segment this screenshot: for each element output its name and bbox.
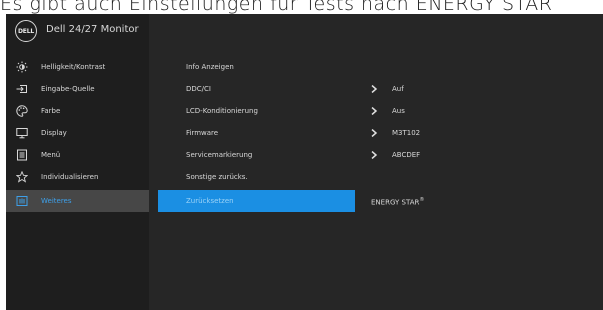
input-source-icon bbox=[15, 82, 29, 96]
sidebar-item-label: Eingabe-Quelle bbox=[41, 85, 95, 93]
menu-item-label: Zurücksetzen bbox=[186, 197, 234, 205]
sidebar-item-label: Display bbox=[41, 129, 67, 137]
chevron-right-icon bbox=[371, 129, 378, 137]
sidebar-item-personalize[interactable]: Individualisieren bbox=[6, 166, 149, 188]
menu-item-label: Servicemarkierung bbox=[186, 151, 253, 159]
sidebar-item-label: Weiteres bbox=[41, 197, 72, 205]
firmware-value: M3T102 bbox=[392, 129, 421, 137]
chevron-right-icon bbox=[371, 85, 378, 93]
energy-star-label: ENERGY STAR® bbox=[371, 197, 424, 206]
sidebar-item-label: Helligkeit/Kontrast bbox=[41, 63, 106, 71]
dell-logo: DELL bbox=[15, 20, 37, 42]
osd-header: DELL Dell 24/27 Monitor bbox=[6, 14, 603, 50]
menu-item-other-reset[interactable]: Sonstige zurücks. bbox=[158, 166, 355, 188]
sidebar-item-label: Farbe bbox=[41, 107, 61, 115]
energy-star-text: ENERGY STAR bbox=[371, 198, 420, 207]
menu-item-display-info[interactable]: Info Anzeigen bbox=[158, 56, 355, 78]
brightness-icon bbox=[15, 60, 29, 74]
menu-item-ddc-ci[interactable]: DDC/CI bbox=[158, 78, 355, 100]
sidebar-item-display[interactable]: Display bbox=[6, 122, 149, 144]
star-icon bbox=[15, 170, 29, 184]
caption-text: Es gibt auch Einstellungen für Tests nac… bbox=[0, 0, 553, 15]
osd-menu: DELL Dell 24/27 Monitor Helligkeit/Kontr… bbox=[6, 14, 603, 310]
menu-item-label: Sonstige zurücks. bbox=[186, 173, 248, 181]
color-palette-icon bbox=[15, 104, 29, 118]
registered-mark: ® bbox=[419, 197, 425, 203]
menu-item-label: Firmware bbox=[186, 129, 219, 137]
display-icon bbox=[15, 126, 29, 140]
menu-item-firmware[interactable]: Firmware bbox=[158, 122, 355, 144]
chevron-right-icon bbox=[371, 107, 378, 115]
sidebar-item-label: Menü bbox=[41, 151, 61, 159]
service-tag-value: ABCDEF bbox=[392, 151, 421, 159]
menu-item-service-tag[interactable]: Servicemarkierung bbox=[158, 144, 355, 166]
lcd-conditioning-value: Aus bbox=[392, 107, 405, 115]
sidebar-item-menu[interactable]: Menü bbox=[6, 144, 149, 166]
chevron-right-icon bbox=[371, 151, 378, 159]
menu-item-label: LCD-Konditionierung bbox=[186, 107, 258, 115]
sidebar-item-input-source[interactable]: Eingabe-Quelle bbox=[6, 78, 149, 100]
menu-item-label: DDC/CI bbox=[186, 85, 211, 93]
sidebar-item-label: Individualisieren bbox=[41, 173, 99, 181]
others-icon bbox=[15, 194, 29, 208]
sidebar-item-color[interactable]: Farbe bbox=[6, 100, 149, 122]
sidebar-item-others[interactable]: Weiteres bbox=[6, 190, 149, 212]
menu-icon bbox=[15, 148, 29, 162]
model-title: Dell 24/27 Monitor bbox=[46, 24, 139, 35]
menu-item-label: Info Anzeigen bbox=[186, 63, 234, 71]
menu-item-factory-reset[interactable]: Zurücksetzen bbox=[158, 190, 355, 212]
sidebar-item-brightness-contrast[interactable]: Helligkeit/Kontrast bbox=[6, 56, 149, 78]
menu-item-lcd-conditioning[interactable]: LCD-Konditionierung bbox=[158, 100, 355, 122]
ddc-ci-value: Auf bbox=[392, 85, 404, 93]
